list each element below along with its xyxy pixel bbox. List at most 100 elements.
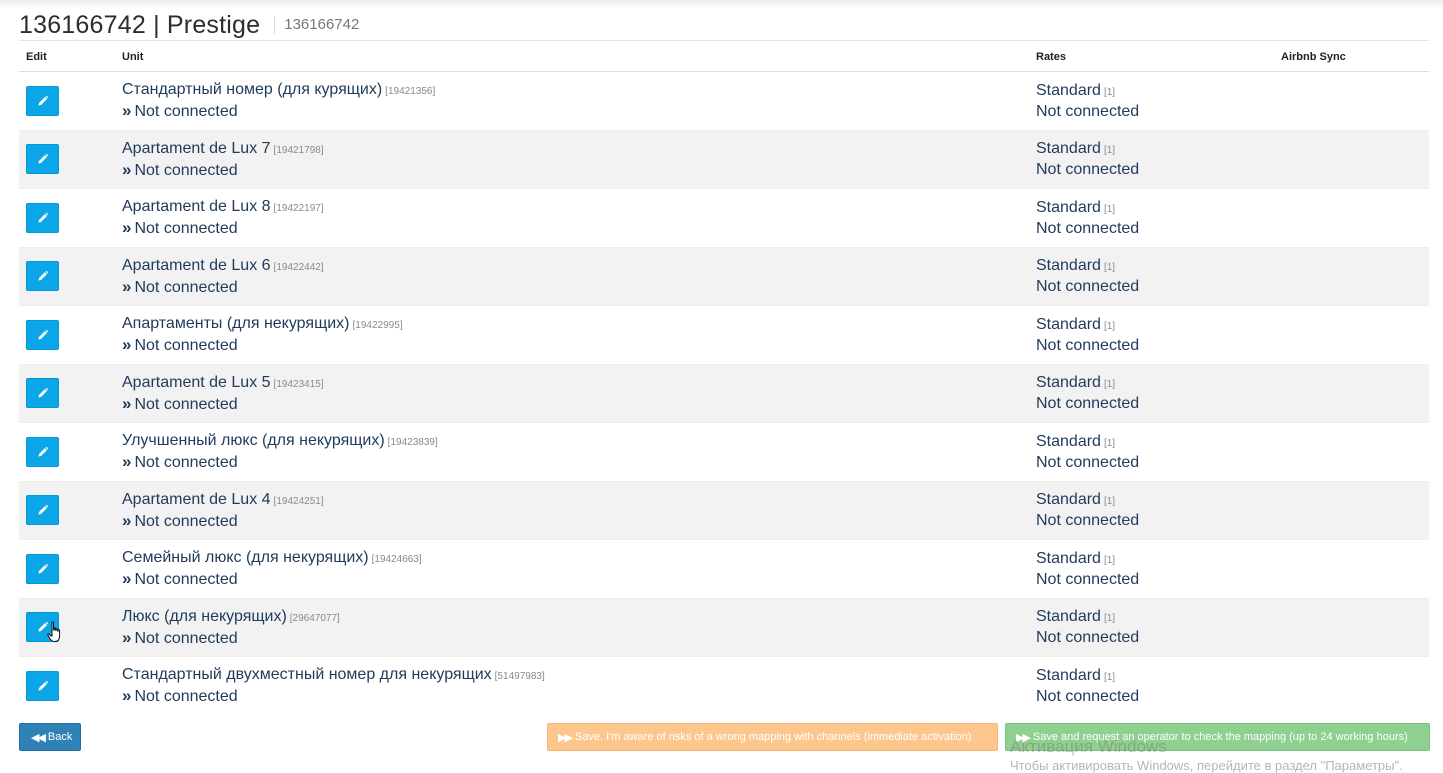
rate-connection-status[interactable]: Not connected bbox=[1036, 394, 1274, 413]
unit-name-link[interactable]: Apartament de Lux 8 bbox=[122, 198, 271, 215]
unit-cell: Стандартный двухместный номер для некуря… bbox=[115, 656, 1029, 715]
rate-cell: Standard [1] Not connected bbox=[1029, 71, 1274, 130]
edit-button[interactable] bbox=[26, 85, 59, 116]
rate-name: Standard bbox=[1036, 608, 1101, 626]
rate-cell: Standard [1] Not connected bbox=[1029, 480, 1274, 540]
pencil-icon bbox=[38, 270, 48, 281]
rate-cell: Standard [1] Not connected bbox=[1029, 597, 1274, 657]
edit-cell bbox=[19, 480, 115, 540]
unit-name-link[interactable]: Стандартный двухместный номер для некуря… bbox=[122, 666, 492, 683]
unit-connection-status[interactable]: Not connected bbox=[134, 571, 237, 588]
unit-cell: Apartament de Lux 4 [19424251] » Not connec… bbox=[115, 480, 1029, 540]
rate-connection-status[interactable]: Not connected bbox=[1036, 160, 1274, 179]
airbnb-sync-cell bbox=[1274, 363, 1429, 423]
pencil-icon bbox=[38, 329, 48, 340]
windows-activation-watermark-text: Чтобы активировать Windows, перейдите в … bbox=[1010, 758, 1403, 773]
edit-button[interactable] bbox=[26, 144, 59, 175]
table-row: Apartament de Lux 6 [19422442]» Not connec… bbox=[19, 246, 1429, 306]
hand-pointer-icon bbox=[47, 621, 61, 642]
unit-cell: Apartament de Lux 6 [19422442] » Not connec… bbox=[115, 246, 1029, 306]
edit-button[interactable] bbox=[26, 436, 59, 467]
double-chevron-right-icon: » bbox=[122, 510, 132, 530]
edit-cell bbox=[19, 363, 115, 423]
edit-button[interactable] bbox=[26, 319, 59, 350]
unit-name-link[interactable]: Apartament de Lux 4 bbox=[122, 491, 271, 508]
unit-name-link[interactable]: Apartament de Lux 5 bbox=[122, 374, 271, 391]
unit-name-link[interactable]: Апартаменты (для некурящих) bbox=[122, 315, 350, 332]
unit-id: [19422197] bbox=[273, 203, 324, 215]
airbnb-sync-cell bbox=[1274, 71, 1429, 130]
rate-connection-status[interactable]: Not connected bbox=[1036, 511, 1274, 530]
column-header-unit: Unit bbox=[115, 43, 1029, 72]
airbnb-sync-cell bbox=[1274, 480, 1429, 540]
unit-cell: Апартаменты (для некурящих) [19422995] » No… bbox=[115, 305, 1029, 364]
edit-button[interactable] bbox=[26, 261, 59, 292]
rate-name: Standard bbox=[1036, 140, 1101, 158]
unit-cell: Apartament de Lux 5 [19423415] » Not connec… bbox=[115, 363, 1029, 423]
unit-id: [29647077] bbox=[289, 612, 340, 624]
edit-button[interactable] bbox=[26, 553, 59, 584]
rate-name: Standard bbox=[1036, 315, 1101, 333]
edit-cell bbox=[19, 656, 115, 715]
unit-id: [19422995] bbox=[352, 320, 403, 332]
unit-name-link[interactable]: Улучшенный люкс (для некурящих) bbox=[122, 432, 385, 449]
table-row: Apartament de Lux 8 [19422197]» Not connec… bbox=[19, 188, 1429, 247]
rate-id: [1] bbox=[1103, 379, 1116, 391]
unit-cell: Улучшенный люкс (для некурящих) [19423839… bbox=[115, 422, 1029, 481]
edit-cell bbox=[19, 422, 115, 481]
unit-name-link[interactable]: Семейный люкс (для некурящих) bbox=[122, 549, 369, 566]
unit-connection-status[interactable]: Not connected bbox=[134, 630, 237, 647]
table-header-row: Edit Unit Rates Airbnb Sync bbox=[19, 43, 1429, 72]
unit-connection-status[interactable]: Not connected bbox=[134, 220, 237, 237]
unit-connection-status[interactable]: Not connected bbox=[134, 688, 237, 705]
rate-connection-status[interactable]: Not connected bbox=[1036, 687, 1274, 706]
airbnb-sync-cell bbox=[1274, 246, 1429, 306]
unit-name-link[interactable]: Люкс (для некурящих) bbox=[122, 608, 287, 625]
airbnb-sync-cell bbox=[1274, 129, 1429, 189]
rate-id: [1] bbox=[1103, 613, 1116, 625]
rate-connection-status[interactable]: Not connected bbox=[1036, 336, 1274, 355]
column-header-edit: Edit bbox=[19, 43, 115, 72]
edit-cell bbox=[19, 539, 115, 598]
save-immediate-button[interactable]: ▶▶ Save. I'm aware of risks of a wrong m… bbox=[547, 723, 998, 751]
edit-cell bbox=[19, 71, 115, 130]
unit-name-link[interactable]: Apartament de Lux 7 bbox=[122, 140, 271, 157]
rate-name: Standard bbox=[1036, 257, 1101, 275]
unit-connection-status[interactable]: Not connected bbox=[134, 513, 237, 530]
unit-name-link[interactable]: Стандартный номер (для курящих) bbox=[122, 81, 382, 98]
unit-name-link[interactable]: Apartament de Lux 6 bbox=[122, 257, 271, 274]
edit-button[interactable] bbox=[26, 495, 59, 526]
rate-connection-status[interactable]: Not connected bbox=[1036, 102, 1274, 121]
unit-id: [19423839] bbox=[387, 437, 438, 449]
unit-connection-status[interactable]: Not connected bbox=[134, 337, 237, 354]
rate-connection-status[interactable]: Not connected bbox=[1036, 628, 1274, 647]
unit-connection-status[interactable]: Not connected bbox=[134, 396, 237, 413]
edit-cell bbox=[19, 188, 115, 247]
table-row: Улучшенный люкс (для некурящих) [19423839… bbox=[19, 422, 1429, 481]
rate-connection-status[interactable]: Not connected bbox=[1036, 219, 1274, 238]
edit-button[interactable] bbox=[26, 378, 59, 409]
edit-button[interactable] bbox=[26, 202, 59, 233]
unit-id: [19422442] bbox=[273, 261, 324, 273]
rate-connection-status[interactable]: Not connected bbox=[1036, 453, 1274, 472]
airbnb-sync-cell bbox=[1274, 305, 1429, 364]
rate-connection-status[interactable]: Not connected bbox=[1036, 277, 1274, 296]
unit-id: [19421798] bbox=[273, 144, 324, 156]
unit-connection-status[interactable]: Not connected bbox=[134, 162, 237, 179]
unit-connection-status[interactable]: Not connected bbox=[134, 279, 237, 296]
pencil-icon bbox=[38, 563, 48, 574]
back-button[interactable]: ◀◀ Back bbox=[19, 723, 81, 751]
double-chevron-right-icon: » bbox=[122, 159, 132, 179]
rate-id: [1] bbox=[1103, 145, 1116, 157]
unit-id: [19421356] bbox=[385, 86, 436, 98]
table-row: Apartament de Lux 7 [19421798]» Not connec… bbox=[19, 129, 1429, 189]
double-chevron-right-icon: » bbox=[122, 627, 132, 647]
unit-connection-status[interactable]: Not connected bbox=[134, 103, 237, 120]
rate-connection-status[interactable]: Not connected bbox=[1036, 570, 1274, 589]
edit-button[interactable] bbox=[26, 670, 59, 701]
table-row: Семейный люкс (для некурящих) [19424663] »… bbox=[19, 539, 1429, 598]
unit-cell: Apartament de Lux 7 [19421798] » Not connec… bbox=[115, 129, 1029, 189]
unit-connection-status[interactable]: Not connected bbox=[134, 454, 237, 471]
unit-cell: Семейный люкс (для некурящих) [19424663] »… bbox=[115, 539, 1029, 598]
airbnb-sync-cell bbox=[1274, 656, 1429, 715]
